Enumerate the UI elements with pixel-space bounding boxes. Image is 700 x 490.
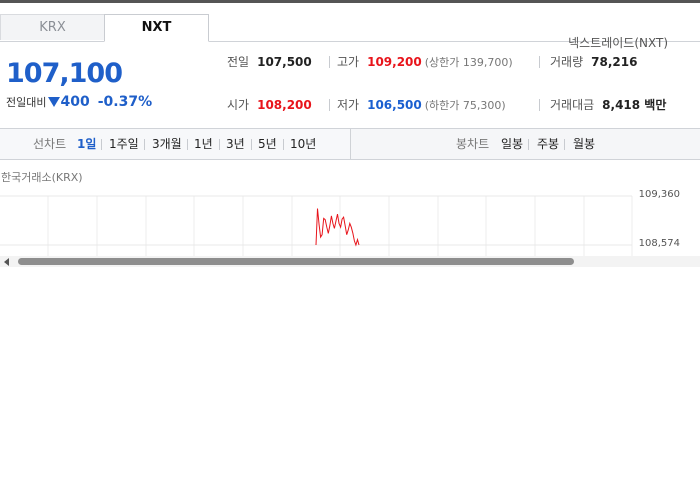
stat-limit: (상한가 139,700)	[424, 56, 513, 69]
stat-label: 거래대금	[550, 98, 595, 112]
stat-high: 고가 109,200 (상한가 139,700)	[337, 52, 513, 72]
down-triangle-icon	[48, 97, 61, 107]
change-label: 전일대비	[6, 96, 47, 109]
period-1y[interactable]: 1년	[194, 129, 213, 159]
candle-weekly[interactable]: 주봉	[537, 129, 559, 159]
stat-value: 8,418 백만	[602, 98, 667, 112]
stat-label: 시가	[227, 98, 250, 112]
divider	[539, 56, 540, 68]
price-block: 107,100 전일대비 400 -0.37%	[6, 55, 152, 110]
stat-prev-close: 전일 107,500	[227, 52, 312, 72]
period-5y[interactable]: 5년	[258, 129, 277, 159]
change-percent: -0.37%	[97, 94, 153, 110]
divider	[329, 56, 330, 68]
stat-value: 106,500	[367, 98, 422, 112]
tab-krx[interactable]: KRX	[0, 14, 105, 40]
divider	[219, 139, 220, 150]
stat-label: 저가	[337, 98, 360, 112]
period-3y[interactable]: 3년	[226, 129, 245, 159]
stat-volume: 거래량 78,216	[550, 52, 637, 72]
candle-daily[interactable]: 일봉	[501, 129, 523, 159]
stat-limit: (하한가 75,300)	[424, 99, 506, 112]
tab-nxt[interactable]: NXT	[104, 14, 209, 42]
divider	[144, 139, 145, 150]
period-1w[interactable]: 1주일	[109, 129, 139, 159]
stat-value: 109,200	[367, 55, 422, 69]
top-border	[0, 0, 700, 3]
line-chart-label: 선차트	[33, 137, 67, 151]
period-3m[interactable]: 3개월	[152, 129, 182, 159]
period-1d[interactable]: 1일	[77, 129, 96, 159]
change-row: 전일대비 400 -0.37%	[6, 94, 152, 110]
price-chart: 109,360 108,574	[0, 188, 700, 258]
stat-label: 거래량	[550, 55, 584, 69]
stat-open: 시가 108,200	[227, 95, 312, 115]
price-line	[315, 208, 360, 247]
candle-chart-label: 봉차트	[456, 137, 490, 151]
line-chart-periods: 선차트 1일 1주일 3개월 1년 3년 5년 10년	[0, 129, 351, 159]
candle-monthly[interactable]: 월봉	[573, 129, 595, 159]
horizontal-scrollbar[interactable]	[0, 256, 700, 267]
stat-amount: 거래대금 8,418 백만	[550, 95, 666, 115]
divider	[283, 139, 284, 150]
stat-label: 고가	[337, 55, 360, 69]
market-tabs: KRX NXT 넥스트레이드(NXT)	[0, 14, 700, 50]
period-10y[interactable]: 10년	[290, 129, 316, 159]
divider	[329, 99, 330, 111]
provider-label: 넥스트레이드(NXT)	[568, 36, 668, 50]
divider	[251, 139, 252, 150]
stat-low: 저가 106,500 (하한가 75,300)	[337, 95, 506, 115]
divider	[528, 139, 529, 150]
chart-toolbar: 선차트 1일 1주일 3개월 1년 3년 5년 10년 봉차트 일봉 주봉 월봉	[0, 128, 700, 160]
stat-value: 108,200	[257, 98, 312, 112]
y-tick-label: 109,360	[638, 189, 680, 200]
divider	[101, 139, 102, 150]
stat-value: 78,216	[591, 55, 638, 69]
chart-caption: 한국거래소(KRX)	[1, 171, 83, 184]
divider	[564, 139, 565, 150]
current-price: 107,100	[6, 58, 123, 89]
y-tick-label: 108,574	[638, 238, 680, 249]
divider	[539, 99, 540, 111]
stat-value: 107,500	[257, 55, 312, 69]
scroll-left-arrow-icon[interactable]	[4, 258, 9, 266]
scroll-thumb[interactable]	[18, 258, 574, 265]
price-chart-svg	[0, 195, 633, 258]
divider	[187, 139, 188, 150]
change-amount: 400	[60, 94, 90, 110]
stat-label: 전일	[227, 55, 250, 69]
